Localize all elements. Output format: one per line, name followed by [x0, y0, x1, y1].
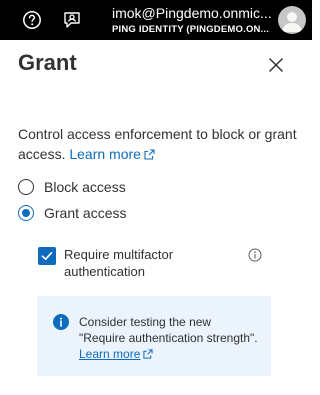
require-mfa-option[interactable]: Require multifactor authentication	[38, 246, 268, 280]
grant-access-option[interactable]: Grant access	[18, 203, 126, 223]
panel-title: Grant	[18, 50, 77, 75]
grant-access-radio[interactable]	[18, 205, 34, 221]
info-learn-more-label[interactable]: Learn more	[79, 347, 140, 361]
directory-name[interactable]: PING IDENTITY (PINGDEMO.ON...	[112, 24, 272, 35]
info-message: Consider testing the new "Require authen…	[79, 314, 259, 363]
description-text: Control access enforcement to block or g…	[18, 126, 297, 162]
info-tooltip-icon[interactable]	[248, 248, 262, 262]
external-link-icon	[144, 145, 155, 165]
block-access-option[interactable]: Block access	[18, 177, 126, 197]
avatar[interactable]	[278, 6, 306, 34]
close-icon[interactable]	[266, 55, 286, 75]
external-link-icon	[143, 347, 153, 363]
require-mfa-checkbox[interactable]	[38, 247, 56, 265]
grant-access-label[interactable]: Grant access	[44, 205, 126, 221]
panel-description: Control access enforcement to block or g…	[18, 124, 298, 165]
feedback-icon[interactable]	[60, 8, 84, 32]
info-learn-more-link[interactable]: Learn more	[79, 347, 153, 361]
learn-more-label[interactable]: Learn more	[69, 146, 141, 162]
info-icon	[53, 314, 69, 330]
info-message-bar: Consider testing the new "Require authen…	[37, 296, 271, 376]
account-name[interactable]: imok@Pingdemo.onmic...	[112, 5, 272, 21]
checkmark-icon	[41, 252, 53, 260]
help-icon[interactable]	[20, 8, 44, 32]
block-access-label[interactable]: Block access	[44, 179, 126, 195]
radio-selected-dot	[22, 209, 30, 217]
block-access-radio[interactable]	[18, 179, 34, 195]
info-message-text: Consider testing the new "Require authen…	[79, 315, 258, 345]
learn-more-link[interactable]: Learn more	[69, 146, 155, 162]
require-mfa-label[interactable]: Require multifactor authentication	[64, 246, 214, 280]
top-bar: imok@Pingdemo.onmic... PING IDENTITY (PI…	[0, 0, 312, 40]
